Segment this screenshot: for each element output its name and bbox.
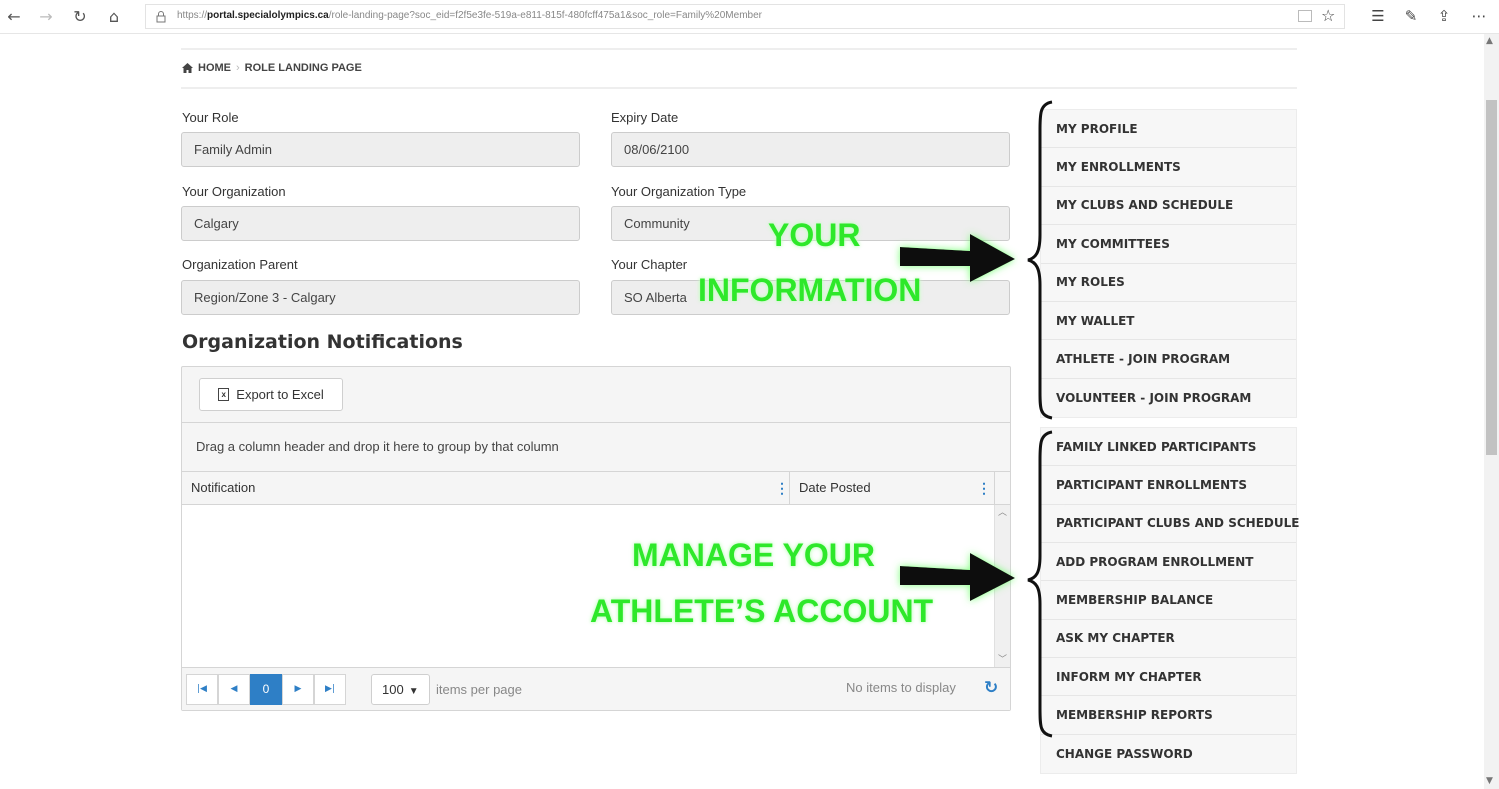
menu-item-my-enrollments[interactable]: MY ENROLLMENTS — [1041, 148, 1296, 187]
excel-icon: x — [218, 388, 230, 401]
scroll-up-icon[interactable]: ▲ — [1486, 36, 1493, 46]
menu-item-ask-my-chapter[interactable]: ASK MY CHAPTER — [1041, 620, 1296, 659]
column-header-label: Date Posted — [799, 480, 871, 495]
grid-toolbar: x Export to Excel — [182, 367, 1010, 423]
items-per-page-label: items per page — [436, 682, 522, 697]
notifications-title: Organization Notifications — [182, 331, 463, 353]
refresh-icon[interactable]: ↻ — [70, 7, 90, 27]
lock-icon — [156, 11, 166, 23]
menu-item-athlete-join-program[interactable]: ATHLETE - JOIN PROGRAM — [1041, 340, 1296, 379]
breadcrumb-current: ROLE LANDING PAGE — [244, 62, 362, 74]
address-bar[interactable]: https://portal.specialolympics.ca/role-l… — [145, 4, 1345, 29]
column-header-label: Notification — [191, 480, 256, 495]
grid-scrollbar[interactable]: ︿ ﹀ — [994, 505, 1010, 667]
next-page-icon[interactable]: ▶ — [282, 674, 314, 705]
more-icon[interactable]: ⋯ — [1470, 7, 1488, 25]
reading-view-icon[interactable] — [1298, 10, 1312, 22]
last-page-icon[interactable]: ▶| — [314, 674, 346, 705]
chevron-down-icon[interactable]: ﹀ — [998, 652, 1007, 665]
column-menu-icon[interactable]: ⋮ — [775, 472, 789, 504]
favorites-list-icon[interactable]: ☰ — [1369, 7, 1387, 25]
breadcrumb: HOME › ROLE LANDING PAGE — [182, 62, 362, 74]
menu-item-participant-enrollments[interactable]: PARTICIPANT ENROLLMENTS — [1041, 466, 1296, 505]
divider — [181, 48, 1297, 50]
family-menu: FAMILY LINKED PARTICIPANTS PARTICIPANT E… — [1040, 427, 1299, 775]
previous-page-icon[interactable]: ◀ — [218, 674, 250, 705]
group-by-drop-area[interactable]: Drag a column header and drop it here to… — [182, 423, 1010, 472]
breadcrumb-home-link[interactable]: HOME — [198, 62, 231, 74]
column-menu-icon[interactable]: ⋮ — [977, 472, 991, 504]
chevron-up-icon[interactable]: ︿ — [998, 505, 1007, 518]
annotation-your: YOUR — [768, 217, 861, 253]
menu-item-add-program-enrollment[interactable]: ADD PROGRAM ENROLLMENT — [1041, 543, 1296, 582]
annotation-manage-your: MANAGE YOUR — [632, 537, 875, 573]
organization-label: Your Organization — [182, 184, 286, 199]
column-header-date-posted[interactable]: Date Posted ⋮ — [790, 472, 995, 504]
chapter-label: Your Chapter — [611, 257, 688, 272]
export-label: Export to Excel — [236, 387, 324, 402]
menu-item-my-committees[interactable]: MY COMMITTEES — [1041, 225, 1296, 264]
menu-item-my-roles[interactable]: MY ROLES — [1041, 264, 1296, 302]
expiry-label: Expiry Date — [611, 110, 679, 125]
favorite-star-icon[interactable]: ☆ — [1321, 6, 1335, 25]
menu-item-membership-reports[interactable]: MEMBERSHIP REPORTS — [1041, 696, 1296, 735]
breadcrumb-separator: › — [236, 62, 240, 74]
notifications-grid: x Export to Excel Drag a column header a… — [181, 366, 1011, 711]
my-menu: MY PROFILE MY ENROLLMENTS MY CLUBS AND S… — [1040, 109, 1297, 419]
expiry-field: 08/06/2100 — [611, 132, 1010, 167]
annotation-information: INFORMATION — [698, 272, 922, 308]
current-page-button[interactable]: 0 — [250, 674, 282, 705]
caret-down-icon: ▼ — [408, 686, 419, 697]
pager-info: No items to display — [846, 680, 956, 695]
page-scroll-thumb[interactable] — [1486, 100, 1497, 455]
column-header-notification[interactable]: Notification ⋮ — [182, 472, 790, 504]
refresh-icon[interactable]: ↻ — [984, 678, 998, 698]
grid-pager: |◀ ◀ 0 ▶ ▶| 100 ▼ items per page No items… — [182, 667, 1010, 710]
role-field: Family Admin — [181, 132, 580, 167]
url-text: https://portal.specialolympics.ca/role-l… — [177, 10, 762, 21]
home-icon — [182, 63, 193, 73]
first-page-icon[interactable]: |◀ — [186, 674, 218, 705]
menu-item-volunteer-join-program[interactable]: VOLUNTEER - JOIN PROGRAM — [1041, 379, 1296, 417]
organization-type-label: Your Organization Type — [611, 184, 747, 199]
back-arrow-icon[interactable]: ← — [4, 7, 24, 27]
menu-item-inform-my-chapter[interactable]: INFORM MY CHAPTER — [1041, 658, 1296, 697]
scroll-down-icon[interactable]: ▼ — [1486, 776, 1493, 786]
menu-item-participant-clubs-and-schedule[interactable]: PARTICIPANT CLUBS AND SCHEDULE — [1041, 505, 1299, 544]
menu-item-my-clubs-and-schedule[interactable]: MY CLUBS AND SCHEDULE — [1041, 187, 1296, 226]
grid-content — [182, 505, 994, 667]
organization-parent-label: Organization Parent — [182, 257, 298, 272]
home-icon[interactable]: ⌂ — [104, 7, 124, 27]
organization-field: Calgary — [181, 206, 580, 241]
role-label: Your Role — [182, 110, 239, 125]
menu-item-family-linked-participants[interactable]: FAMILY LINKED PARTICIPANTS — [1041, 428, 1296, 467]
export-to-excel-button[interactable]: x Export to Excel — [199, 378, 343, 411]
page-size-select[interactable]: 100 ▼ — [371, 674, 430, 705]
organization-parent-field: Region/Zone 3 - Calgary — [181, 280, 580, 315]
annotation-athletes-account: ATHLETE’S ACCOUNT — [590, 593, 934, 629]
grid-header: Notification ⋮ Date Posted ⋮ — [182, 472, 1010, 505]
menu-item-membership-balance[interactable]: MEMBERSHIP BALANCE — [1041, 581, 1296, 620]
forward-arrow-icon[interactable]: → — [36, 7, 56, 27]
page-size-value: 100 — [382, 682, 404, 697]
menu-item-my-profile[interactable]: MY PROFILE — [1041, 110, 1296, 149]
pen-icon[interactable]: ✎ — [1402, 7, 1420, 25]
share-icon[interactable]: ⇪ — [1435, 7, 1453, 25]
divider — [181, 87, 1297, 89]
menu-item-my-wallet[interactable]: MY WALLET — [1041, 302, 1296, 341]
browser-toolbar: ← → ↻ ⌂ https://portal.specialolympics.c… — [0, 0, 1499, 34]
menu-item-change-password[interactable]: CHANGE PASSWORD — [1041, 735, 1296, 773]
